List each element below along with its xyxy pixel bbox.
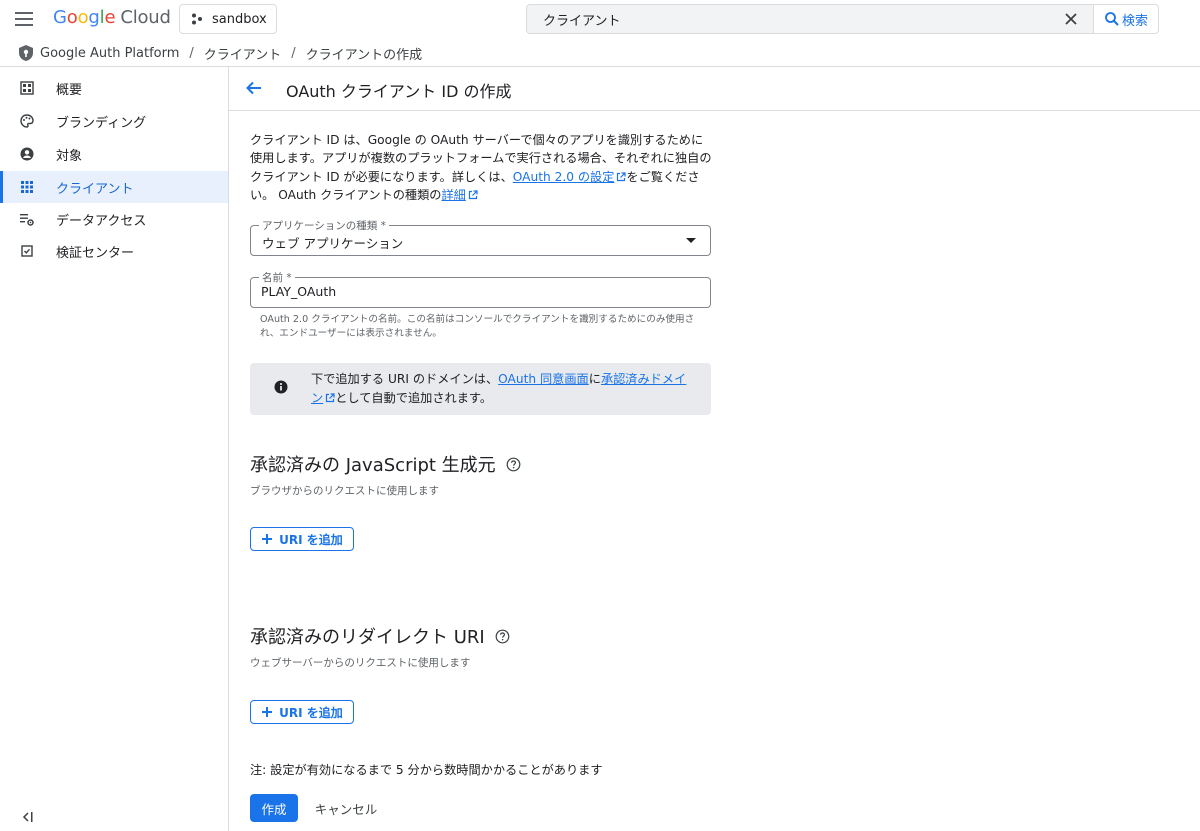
breadcrumb-item-auth-platform[interactable]: Google Auth Platform: [40, 46, 179, 61]
open-in-new-icon: [616, 171, 627, 182]
application-type-value: ウェブ アプリケーション: [262, 236, 404, 251]
logo-letter: e: [104, 7, 116, 28]
sidebar-item-label: 概要: [56, 83, 83, 98]
dropdown-arrow-icon: [686, 238, 696, 243]
sidebar-item-verification-center[interactable]: 検証センター: [0, 235, 228, 267]
sidebar-item-overview[interactable]: 概要: [0, 72, 228, 104]
info-icon: [273, 379, 289, 395]
logo-letter: G: [53, 7, 67, 28]
name-input[interactable]: [261, 284, 701, 299]
logo-letter: o: [66, 7, 78, 28]
shield-icon: [18, 44, 34, 62]
add-redirect-uri-button[interactable]: URI を追加: [250, 700, 354, 724]
application-type-label: アプリケーションの種類 *: [259, 218, 389, 233]
oauth-consent-screen-link[interactable]: OAuth 同意画面: [498, 372, 589, 386]
sidebar-item-branding[interactable]: ブランディング: [0, 105, 228, 137]
project-picker-button[interactable]: sandbox: [179, 4, 277, 34]
details-link[interactable]: 詳細: [441, 187, 478, 202]
open-in-new-icon: [325, 392, 335, 403]
logo-cloud-text: Cloud: [120, 7, 171, 28]
search-icon: [1104, 11, 1120, 27]
info-banner: 下で追加する URI のドメインは、OAuth 同意画面に承認済みドメイン として…: [250, 363, 711, 415]
js-origins-subtitle: ブラウザからのリクエストに使用します: [250, 485, 439, 497]
add-js-origin-uri-button[interactable]: URI を追加: [250, 527, 354, 551]
logo-google-text: Google: [53, 7, 116, 28]
sidebar: 概要 ブランディング 対象 クライアント データアクセス 検証センター: [0, 67, 229, 831]
clear-search-icon[interactable]: [1057, 5, 1085, 33]
oauth-settings-link-text: OAuth 2.0 の設定: [512, 169, 615, 184]
logo-letter: o: [77, 7, 89, 28]
breadcrumb-separator: /: [291, 45, 296, 61]
info-text-part: 下で追加する URI のドメインは、: [311, 372, 499, 386]
open-in-new-icon: [468, 190, 478, 200]
data-settings-icon: [19, 211, 35, 227]
google-cloud-logo[interactable]: Google Cloud: [53, 7, 171, 31]
sidebar-item-audience[interactable]: 対象: [0, 138, 228, 170]
project-icon: [190, 12, 204, 26]
palette-icon: [19, 113, 35, 129]
info-text-part: に: [588, 372, 601, 386]
create-button[interactable]: 作成: [250, 794, 298, 822]
dashboard-icon: [19, 80, 35, 96]
sidebar-item-label: データアクセス: [56, 214, 147, 229]
search-bar: [526, 4, 1094, 34]
check-box-icon: [19, 243, 35, 259]
add-icon: [261, 706, 273, 718]
top-app-bar: Google Cloud sandbox 検索: [0, 0, 1200, 40]
help-icon[interactable]: [506, 457, 521, 472]
breadcrumb-item-create-client: クライアントの作成: [305, 47, 423, 63]
search-button-label: 検索: [1121, 13, 1148, 29]
breadcrumb: Google Auth Platform / クライアント / クライアントの作…: [18, 43, 422, 63]
help-icon[interactable]: [495, 629, 510, 644]
back-arrow-icon[interactable]: [243, 77, 265, 99]
search-button[interactable]: 検索: [1094, 4, 1159, 34]
cancel-button[interactable]: キャンセル: [306, 794, 386, 822]
sidebar-item-label: クライアント: [56, 182, 134, 197]
project-name: sandbox: [212, 11, 267, 27]
js-origins-title: 承認済みの JavaScript 生成元: [250, 455, 496, 476]
logo-letter: g: [88, 7, 100, 28]
sidebar-item-label: 対象: [56, 149, 83, 164]
breadcrumb-item-clients[interactable]: クライアント: [204, 44, 281, 63]
page-title: OAuth クライアント ID の作成: [286, 82, 512, 101]
name-helper-text: OAuth 2.0 クライアントの名前。この名前はコンソールでクライアントを識別…: [260, 314, 695, 339]
info-text-part: として自動で追加されます。: [335, 390, 493, 405]
collapse-sidebar-icon[interactable]: [19, 809, 35, 825]
add-uri-label: URI を追加: [279, 705, 343, 720]
add-icon: [261, 533, 273, 545]
details-link-text: 詳細: [441, 187, 466, 202]
sidebar-item-label: 検証センター: [56, 246, 135, 261]
add-uri-label: URI を追加: [279, 532, 343, 547]
redirect-uris-subtitle: ウェブサーバーからのリクエストに使用します: [250, 657, 471, 669]
application-type-select[interactable]: アプリケーションの種類 * ウェブ アプリケーション: [250, 218, 711, 256]
sidebar-item-label: ブランディング: [56, 116, 147, 131]
apps-grid-icon: [19, 179, 35, 195]
sidebar-item-clients[interactable]: クライアント: [0, 171, 228, 203]
js-origins-heading: 承認済みの JavaScript 生成元: [250, 451, 521, 477]
account-circle-icon: [19, 146, 35, 162]
redirect-uris-title: 承認済みのリダイレクト URI: [250, 627, 485, 648]
sidebar-item-data-access[interactable]: データアクセス: [0, 203, 228, 235]
redirect-uris-heading: 承認済みのリダイレクト URI: [250, 623, 510, 649]
settings-delay-note: 注: 設定が有効になるまで 5 分から数時間かかることがあります: [250, 763, 603, 777]
name-field-label: 名前 *: [259, 270, 295, 285]
search-input[interactable]: [527, 11, 1057, 27]
menu-icon[interactable]: [12, 7, 36, 31]
intro-text: クライアント ID は、Google の OAuth サーバーで個々のアプリを識…: [250, 131, 712, 204]
name-field: 名前 *: [250, 270, 711, 308]
oauth-settings-link[interactable]: OAuth 2.0 の設定: [513, 170, 627, 184]
breadcrumb-separator: /: [189, 45, 194, 61]
info-banner-text: 下で追加する URI のドメインは、OAuth 同意画面に承認済みドメイン として…: [311, 370, 696, 407]
